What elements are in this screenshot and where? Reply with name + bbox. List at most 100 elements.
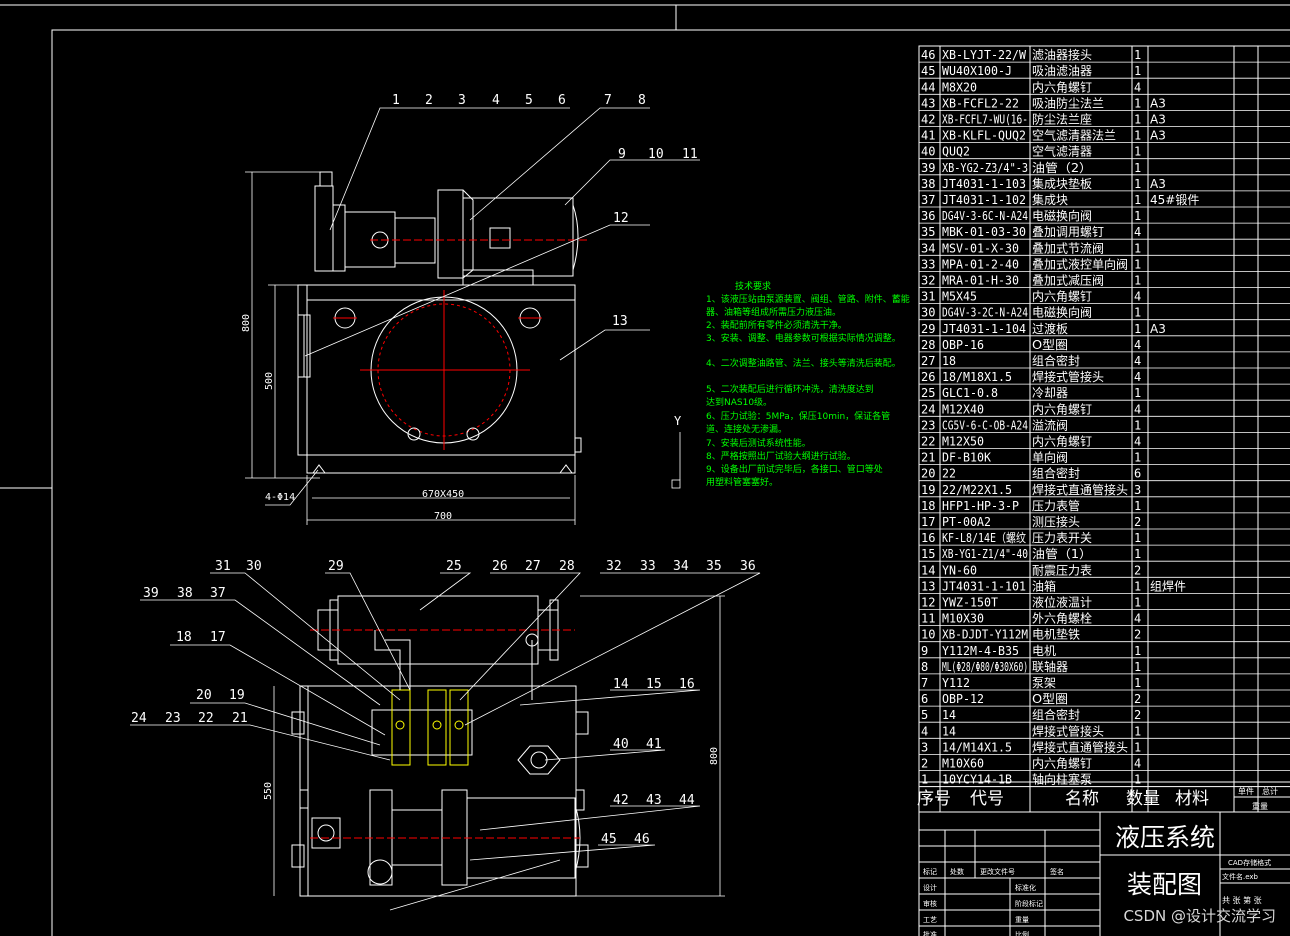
front-view	[245, 107, 700, 525]
bom-cell-name: 外六角螺栓	[1032, 611, 1092, 626]
balloon-35: 35	[706, 559, 722, 574]
bom-cell-qty: 2	[1134, 515, 1141, 529]
bom-cell-qty: 1	[1134, 740, 1141, 754]
file-name: 文件名.exb	[1222, 872, 1259, 881]
bom-cell-mat: 组焊件	[1150, 578, 1186, 593]
bom-cell-qty: 1	[1134, 129, 1141, 143]
bom-cell-code: XB-DJDT-Y112M	[942, 628, 1028, 642]
bom-cell-no: 26	[921, 370, 935, 384]
bom-cell-name: 联轴器	[1032, 659, 1068, 674]
valve-manifold	[371, 709, 473, 756]
bom-cell-name: 焊接式直通管接头	[1032, 739, 1128, 754]
balloon-2: 2	[425, 93, 433, 108]
bom-cell-code: Y112	[942, 676, 970, 690]
bom-cell-qty: 1	[1134, 531, 1141, 545]
bom-cell-code: 14	[942, 724, 956, 738]
bom-cell-code: OBP-12	[942, 692, 984, 706]
balloon-41: 41	[646, 737, 662, 752]
bom-cell-no: 13	[921, 579, 935, 593]
bom-cell-no: 28	[921, 338, 935, 352]
bom-cell-mat: A3	[1150, 113, 1166, 127]
balloon-37: 37	[210, 586, 226, 601]
balloon-18: 18	[176, 630, 192, 645]
bom-cell-name: 轴向柱塞泵	[1032, 772, 1092, 787]
bom-cell-qty: 1	[1134, 113, 1141, 127]
bom-cell-no: 38	[921, 177, 935, 191]
balloon-34: 34	[673, 559, 689, 574]
bom-cell-code: XB-FCFL7-WU(16-	[942, 113, 1028, 127]
tech-note-line: 3、安装、调整、电器参数可根据实际情况调整。	[706, 332, 901, 344]
tb-row-label: 设计	[923, 883, 937, 892]
header-code: 代号	[970, 789, 1004, 809]
drawing-title-line1: 液压系统	[1115, 823, 1215, 852]
balloon-25: 25	[446, 559, 462, 574]
balloon-10: 10	[648, 147, 664, 162]
bom-cell-code: JT4031-1-102	[942, 193, 1026, 207]
bom-cell-no: 29	[921, 322, 935, 336]
bom-cell-no: 1	[921, 773, 928, 787]
bom-cell-no: 31	[921, 290, 935, 304]
bom-cell-no: 45	[921, 64, 935, 78]
balloon-40: 40	[613, 737, 629, 752]
balloon-39: 39	[143, 586, 159, 601]
bom-cell-code: MBK-01-03-30	[942, 225, 1026, 239]
balloon-4: 4	[492, 93, 500, 108]
bom-cell-no: 7	[921, 676, 928, 690]
bom-cell-code: 22/M22X1.5	[942, 483, 1012, 497]
bom-cell-code: MSV-01-X-30	[942, 241, 1019, 255]
bom-cell-no: 35	[921, 225, 935, 239]
bom-cell-name: 泵架	[1032, 676, 1056, 690]
bom-cell-qty: 1	[1134, 724, 1141, 738]
bom-cell-qty: 4	[1134, 338, 1141, 352]
bom-cell-mat: A3	[1150, 96, 1166, 110]
tech-notes-title: 技术要求	[735, 280, 771, 292]
tech-note-line: 1、该液压站由泵源装置、阀组、管路、附件、蓄能	[706, 293, 910, 305]
balloon-43: 43	[646, 793, 662, 808]
balloon-36: 36	[740, 559, 756, 574]
bom-cell-name: 叠加式减压阀	[1032, 274, 1104, 288]
bom-cell-no: 41	[921, 129, 935, 143]
bom-cell-name: O型圈	[1032, 338, 1068, 352]
bom-cell-no: 3	[921, 740, 928, 754]
bom-cell-mat: 45#锻件	[1150, 193, 1199, 207]
top-view	[130, 572, 761, 911]
rev-col-label: 标记	[923, 867, 937, 876]
bom-cell-code: GLC1-0.8	[942, 386, 998, 400]
bom-cell-name: 电机	[1032, 644, 1056, 658]
bom-cell-code: 14	[942, 708, 956, 722]
bom-cell-qty: 1	[1134, 306, 1141, 320]
bom-cell-name: 内六角螺钉	[1032, 435, 1092, 449]
dim-700: 700	[434, 511, 452, 522]
bom-cell-qty: 4	[1134, 290, 1141, 304]
bom-cell-name: 耐震压力表	[1032, 563, 1092, 577]
tech-note-line: 器、油箱等组成所需压力液压油。	[706, 306, 841, 318]
air-breather	[517, 745, 561, 775]
header-unit: 单件	[1238, 786, 1254, 796]
bom-cell-name: 溢流阀	[1032, 418, 1068, 432]
bom-cell-name: 压力表开关	[1032, 531, 1092, 545]
tech-note-line: 4、二次调整油路管、法兰、接头等清洗后装配。	[706, 357, 901, 369]
balloon-26: 26	[492, 559, 508, 574]
bom-cell-qty: 1	[1134, 660, 1141, 674]
bom-cell-qty: 1	[1134, 193, 1141, 207]
bom-cell-code: XB-FCFL2-22	[942, 96, 1019, 110]
bom-cell-qty: 1	[1134, 676, 1141, 690]
rev-col-label: 签名	[1050, 867, 1064, 876]
bom-cell-code: ML(Φ28/Φ80/Φ30X60)	[942, 660, 1028, 674]
bill-of-materials: 46 XB-LYJT-22/W 滤油器接头 145 WU40X100-J 吸油滤油器 144…	[918, 45, 1290, 788]
balloon-44: 44	[679, 793, 695, 808]
bom-cell-qty: 1	[1134, 322, 1141, 336]
rev-col-label: 更改文件号	[980, 867, 1015, 876]
bom-cell-code: M8X20	[942, 80, 977, 94]
tech-note-line: 8、严格按照出厂试验大纲进行试验。	[706, 450, 856, 462]
bom-cell-name: 叠加调用螺钉	[1032, 225, 1104, 239]
bom-cell-code: Y112M-4-B35	[942, 644, 1019, 658]
bom-cell-qty: 1	[1134, 161, 1141, 175]
bom-cell-code: OBP-16	[942, 338, 984, 352]
bom-cell-qty: 1	[1134, 209, 1141, 223]
bom-cell-no: 39	[921, 161, 935, 175]
bom-cell-name: 内六角螺钉	[1032, 402, 1092, 416]
bom-cell-name: 内六角螺钉	[1032, 290, 1092, 304]
tb-label: 重量	[1015, 916, 1029, 924]
bom-cell-no: 11	[921, 612, 935, 626]
